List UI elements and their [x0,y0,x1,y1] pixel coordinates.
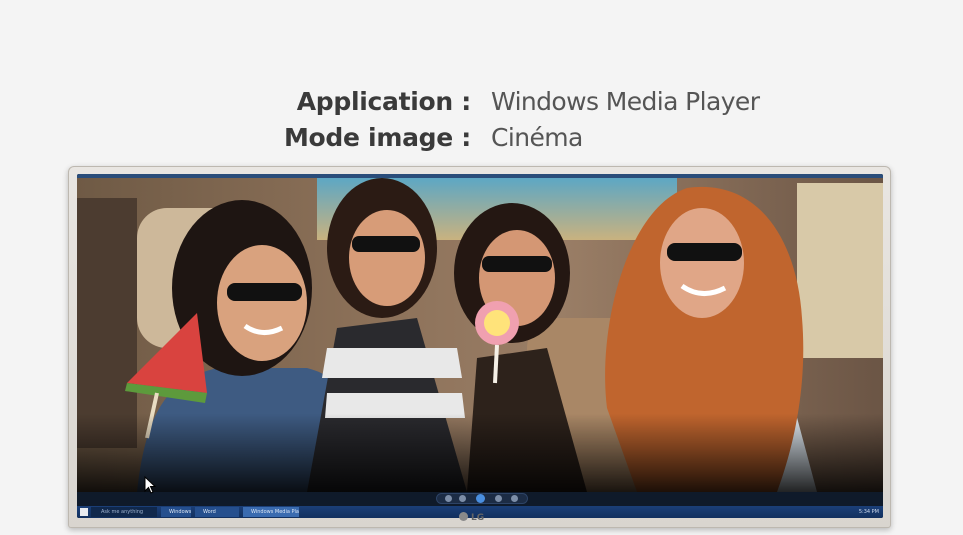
caption-application-row: Application : Windows Media Player [0,84,963,120]
application-label: Application : [296,87,472,116]
monitor-screen: Ask me anything Windows Game Word Window… [77,174,883,518]
lg-logo-icon [459,512,468,521]
stop-icon[interactable] [445,495,452,502]
curved-monitor: Ask me anything Windows Game Word Window… [68,166,891,528]
play-icon[interactable] [476,494,485,503]
brand-text: LG [471,513,485,523]
video-frame [77,178,883,492]
search-input[interactable]: Ask me anything [91,507,157,517]
lg-logo: LG [459,512,484,524]
mode-label: Mode image : [283,123,471,152]
next-icon[interactable] [495,495,502,502]
taskbar-item-windows-game[interactable]: Windows Game [161,507,191,517]
playback-controls [437,494,527,503]
windows-start-icon[interactable] [80,508,88,516]
volume-icon[interactable] [511,495,518,502]
taskbar-item-word[interactable]: Word [195,507,239,517]
mode-value: Cinéma [491,123,583,152]
mouse-pointer-icon [144,476,156,494]
prev-icon[interactable] [459,495,466,502]
application-value: Windows Media Player [491,87,760,116]
caption-mode-row: Mode image : Cinéma [0,120,963,156]
taskbar-clock[interactable]: 5:34 PM [833,507,879,517]
taskbar-item-media-player[interactable]: Windows Media Player [243,507,299,517]
